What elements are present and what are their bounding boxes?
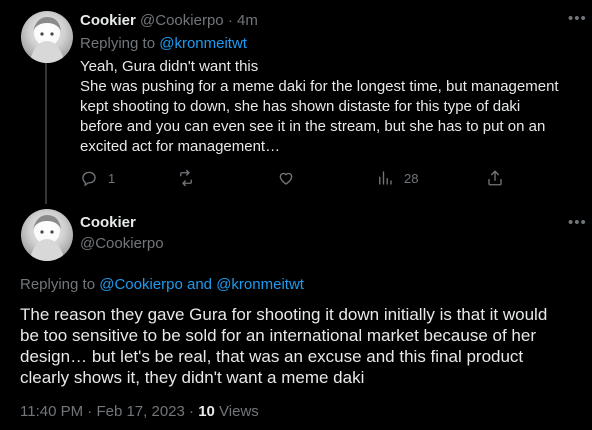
replying-to: Replying to @kronmeitwt xyxy=(80,35,247,53)
tweet-text: Yeah, Gura didn't want this She was push… xyxy=(80,57,580,157)
replying-to-label: Replying to xyxy=(20,276,96,293)
handle[interactable]: @Cookierpo xyxy=(140,12,224,29)
thread-connector-line xyxy=(45,56,47,204)
tweet-text-line: clearly shows it, they didn't want a mem… xyxy=(20,368,365,387)
reply-button[interactable]: 1 xyxy=(80,169,115,187)
retweet-button[interactable] xyxy=(177,169,205,187)
avatar[interactable] xyxy=(21,11,73,63)
reply-bubble-icon xyxy=(82,171,96,187)
tweet-text: The reason they gave Gura for shooting i… xyxy=(20,304,580,388)
tweet-text-line: design… but let's be real, that was an e… xyxy=(20,347,524,366)
retweet-icon xyxy=(180,169,192,187)
tweet-text-line: She was pushing for a meme daki for the … xyxy=(80,78,559,95)
tweet-text-line: Yeah, Gura didn't want this xyxy=(80,58,259,75)
avatar[interactable] xyxy=(21,209,73,261)
tweet-text-line: before and you can even see it in the st… xyxy=(80,118,546,135)
more-horizontal-icon[interactable]: ••• xyxy=(568,214,587,231)
display-name[interactable]: Cookier xyxy=(80,12,136,29)
display-name[interactable]: Cookier xyxy=(80,214,136,231)
timestamp[interactable]: 4m xyxy=(237,12,258,29)
replying-to-label: Replying to xyxy=(80,35,156,52)
mention-link[interactable]: @kronmeitwt xyxy=(159,35,247,52)
analytics-bars-icon xyxy=(379,171,392,185)
more-horizontal-icon[interactable]: ••• xyxy=(568,10,587,27)
views-button[interactable]: 28 xyxy=(376,169,418,187)
post-date[interactable]: Feb 17, 2023 xyxy=(96,403,184,420)
tweet-parent[interactable]: Cookier @Cookierpo · 4m ••• Replying to … xyxy=(0,0,592,204)
views-count: 28 xyxy=(404,170,419,186)
heart-icon xyxy=(279,172,293,185)
tweet-text-line: The reason they gave Gura for shooting i… xyxy=(20,305,548,324)
mention-link[interactable]: @Cookierpo xyxy=(99,276,183,293)
views-label: Views xyxy=(219,403,259,420)
views-count: 10 xyxy=(198,403,215,420)
action-bar: 1 28 xyxy=(80,169,502,187)
tweet-text-line: excited act for management… xyxy=(80,138,281,155)
replying-to: Replying to @Cookierpo and @kronmeitwt xyxy=(20,276,304,293)
share-button[interactable] xyxy=(486,169,504,187)
post-time[interactable]: 11:40 PM xyxy=(20,403,83,420)
like-button[interactable] xyxy=(277,169,305,187)
header-separator: · xyxy=(227,12,233,29)
mention-link[interactable]: @kronmeitwt xyxy=(216,276,304,293)
share-upload-icon xyxy=(488,170,502,186)
tweet-text-line: be too sensitive to be sold for an inter… xyxy=(20,326,536,345)
handle[interactable]: @Cookierpo xyxy=(80,235,164,252)
tweet-metadata: 11:40 PM · Feb 17, 2023 · 10 Views xyxy=(20,403,259,420)
tweet-text-line: kept shooting to down, she has shown dis… xyxy=(80,98,521,115)
mention-and: and xyxy=(187,276,213,293)
tweet-header: Cookier @Cookierpo · 4m xyxy=(80,12,258,30)
reply-count: 1 xyxy=(108,170,116,186)
